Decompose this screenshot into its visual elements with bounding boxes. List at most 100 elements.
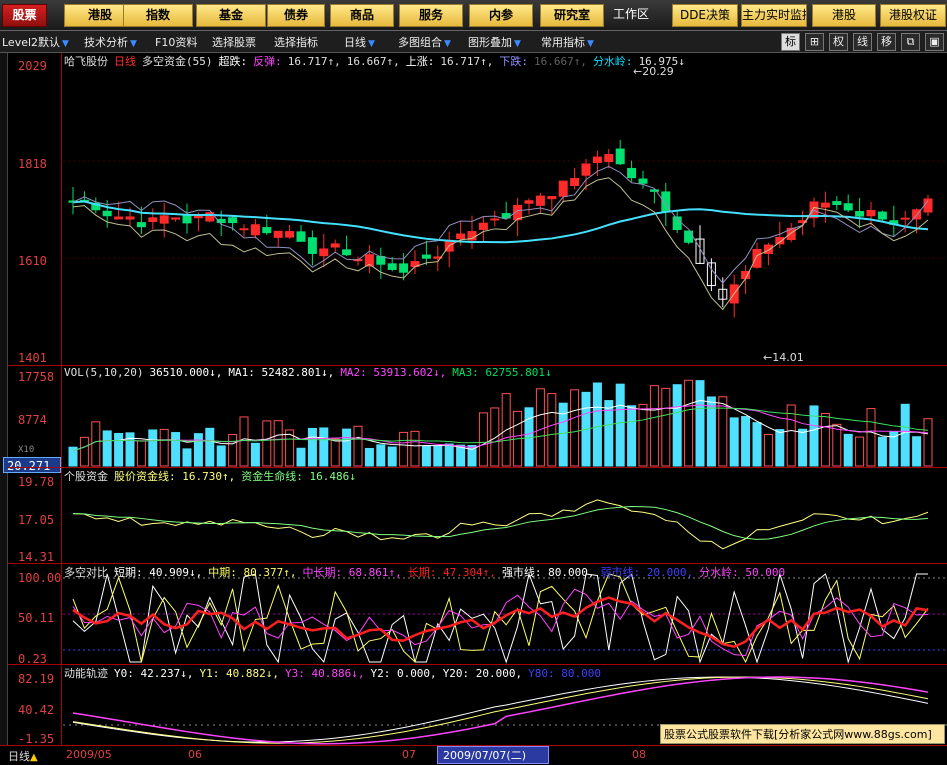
volume-bar [250,442,260,467]
side-tab-strip[interactable] [0,53,8,745]
candle-body [649,189,659,192]
vol-indicator-name: VOL(5,10,20) [64,366,144,379]
vol-indicator-value: MA1: 52482.801↓, [228,366,335,379]
volume-bar [193,433,203,467]
momentum-indicator-name: 动能轨迹 [64,667,108,680]
volume-bar [353,425,363,467]
price-indicator-value: 16.717↑, [440,55,494,68]
candle-body [752,248,762,268]
candle-body [421,254,431,259]
layout-button[interactable]: ▣ [925,33,944,51]
main-force-monitor-button[interactable]: 主力实时监控 [741,4,807,27]
level2-default-dropdown[interactable]: Level2默认 ▼ [2,34,69,50]
price-indicator-value: 反弹: [253,55,282,68]
draw-line-button[interactable]: 线 [853,33,872,51]
menu-fund-button[interactable]: 基金 [196,4,266,27]
volume-bar [752,422,762,467]
momentum-indicator-value: Y1: 40.882↓, [199,667,279,680]
volume-chart[interactable] [63,366,947,467]
multi-chart-label: 多图组合 [398,36,442,49]
candle-body [193,215,203,219]
common-indicator-dropdown[interactable]: 常用指标 ▼ [541,34,594,50]
period-name: 日线 [114,55,136,68]
volume-bar [923,418,933,467]
volume-bar [615,383,625,467]
select-indicator-button[interactable]: 选择指标 [274,34,318,50]
menu-stocks-button[interactable]: 股票 [2,4,47,27]
hk-stock-button[interactable]: 港股 [812,4,876,27]
menu-commodity-button[interactable]: 商品 [330,4,394,27]
momentum-axis-label: -1.35 [18,732,55,746]
volume-bar [729,417,739,467]
date-label: 08 [632,748,646,761]
fund-axis-label: 14.31 [18,550,55,564]
long-short-axis: 100.00 50.11 0.23 [8,563,62,666]
candle-body [102,210,112,217]
volume-bar [79,436,89,467]
volume-bar [159,428,169,467]
volume-bar [387,446,397,467]
dropdown-arrow-icon: ▼ [444,39,451,49]
ls-indicator-value: 分水岭: 50.000 [699,566,786,579]
menu-service-button[interactable]: 服务 [399,4,463,27]
promo-banner[interactable]: 股票公式股票软件下载[分析家公式网www.88gs.com] [660,724,945,744]
workarea-button[interactable]: 工作区 [608,4,654,27]
overlay-dropdown[interactable]: 图形叠加 ▼ [468,34,521,50]
tech-analysis-dropdown[interactable]: 技术分析 ▼ [84,34,137,50]
grid-toggle-button[interactable]: ⊞ [805,33,824,51]
multi-chart-dropdown[interactable]: 多图组合 ▼ [398,34,451,50]
ls-axis-label: 50.11 [18,611,55,625]
volume-bar [330,438,340,467]
rights-adjust-button[interactable]: 权 [829,33,848,51]
period-selector[interactable]: 日线▲ [8,748,38,764]
dde-decision-button[interactable]: DDE决策 [672,4,738,27]
menu-index-button[interactable]: 指数 [123,4,193,27]
ls-axis-label: 100.00 [18,571,62,585]
ls-indicator-value: 弱市线: 20.000, [600,566,694,579]
volume-axis-label: 8774 [18,413,47,427]
candle-body [250,224,260,236]
price-indicator-value: 分水岭: [592,55,633,68]
price-indicator-value: 超跌: [218,55,248,68]
dropdown-arrow-icon: ▼ [62,39,69,49]
candle-body [330,243,340,248]
candle-body [478,222,488,230]
price-candlestick-chart[interactable]: ←20.29←14.01 [63,53,947,365]
price-axis-label: 1610 [18,254,47,268]
menu-research-button[interactable]: 研究室 [540,4,604,27]
f10-info-button[interactable]: F10资料 [155,34,197,50]
candle-body [843,203,853,211]
volume-bar [672,384,682,467]
volume-bar [718,396,728,467]
vol-indicator-value: MA2: 53913.602↓, [340,366,447,379]
volume-bar [171,432,181,467]
cursor-date-readout: 2009/07/07(二) [437,746,549,764]
mark-button[interactable]: 标 [781,33,800,51]
volume-bar [205,427,215,467]
candle-body [387,263,397,270]
price-indicator-value: 下跌: [499,55,528,68]
daily-period-dropdown[interactable]: 日线 ▼ [344,34,375,50]
date-label: 06 [188,748,202,761]
menu-insider-button[interactable]: 内参 [469,4,533,27]
select-stock-button[interactable]: 选择股票 [212,34,256,50]
volume-bar [592,382,602,467]
tech-analysis-label: 技术分析 [84,36,128,49]
move-button[interactable]: 移 [877,33,896,51]
fund-panel-header: 个股资金 股价资金线: 16.730↑, 资金生命线: 16.486↓ [64,468,368,484]
price-indicator-value: 16.667↑, [346,55,400,68]
hk-warrant-button[interactable]: 港股权证 [880,4,946,27]
volume-bar [216,445,226,467]
volume-bar [627,405,637,467]
long-short-line [72,596,929,649]
window-button[interactable]: ⧉ [901,33,920,51]
menu-bond-button[interactable]: 债券 [267,4,325,27]
fund-axis-label: 19.78 [18,475,55,489]
volume-bar [524,407,534,467]
volume-bar [296,447,306,467]
candle-body [490,218,500,221]
candle-body [604,154,614,163]
dropdown-arrow-icon: ▼ [514,39,521,49]
volume-bar [228,434,238,467]
candle-body [570,178,580,187]
